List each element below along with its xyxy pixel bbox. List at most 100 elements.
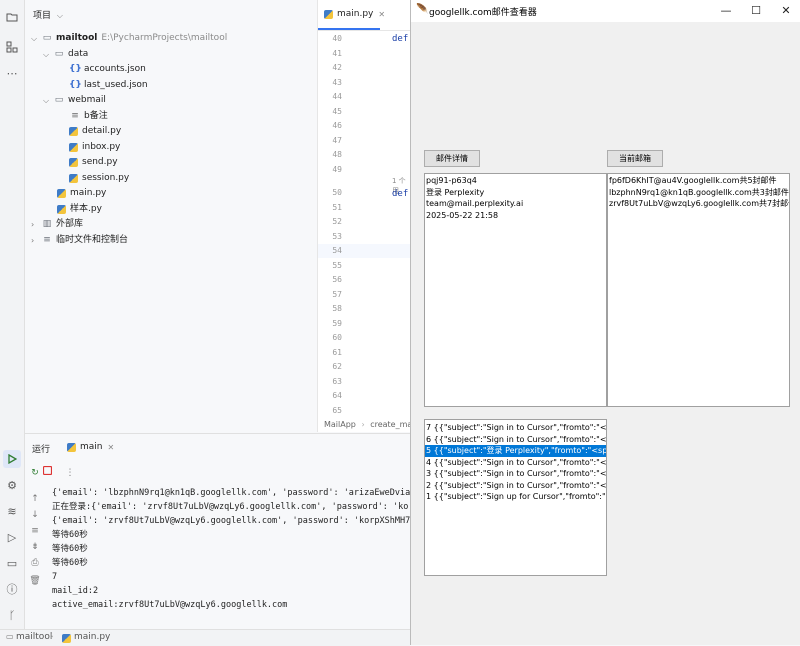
trash-icon[interactable]: 🗑 (28, 574, 42, 588)
tab-label: main.py (337, 9, 374, 19)
structure-icon[interactable] (3, 38, 21, 56)
tree-item-root[interactable]: ⌵ ▭ mailtool E:\PycharmProjects\mailtool (31, 31, 227, 46)
tree-item-inbox-py[interactable]: inbox.py (69, 140, 120, 155)
detail-line: pqj91-p63q4 (426, 176, 477, 185)
more-icon[interactable]: ⋯ (3, 64, 21, 82)
tree-item-label: detail.py (82, 126, 122, 136)
line-number: 60 (332, 333, 342, 342)
git-icon[interactable]: ᚴ (3, 606, 21, 624)
mail-detail-box[interactable]: pqj91-p63q4 登录 Perplexity team@mail.perp… (424, 173, 607, 407)
mail-list-item[interactable]: 4 {{"subject":"Sign in to Cursor","fromt… (425, 457, 606, 469)
mail-list[interactable]: 7 {{"subject":"Sign in to Cursor","fromt… (424, 419, 607, 576)
status-file[interactable]: main.py (74, 632, 110, 642)
tree-item-accounts-json[interactable]: {} accounts.json (69, 62, 146, 77)
tree-item-notes[interactable]: ≡ b备注 (69, 109, 108, 124)
print-icon[interactable]: ⎙ (28, 556, 42, 570)
python-packages-icon[interactable]: ⚙ (3, 476, 21, 494)
chevron-right-icon: › (50, 632, 54, 642)
line-number: 45 (332, 106, 342, 116)
close-button[interactable]: ✕ (771, 0, 800, 22)
layers-icon[interactable]: ≋ (3, 502, 21, 520)
mailbox-item[interactable]: lbzphnN9rq1@kn1qB.googlellk.com共3封邮件 (608, 187, 789, 199)
line-number: 49 (332, 164, 342, 174)
tree-item-scratches[interactable]: › ≡ 临时文件和控制台 (31, 233, 128, 248)
project-header[interactable]: 项目 ⌵ (33, 8, 63, 21)
stop-icon[interactable] (43, 466, 57, 480)
tree-item-send-py[interactable]: send.py (69, 155, 118, 170)
tab-run[interactable]: 运行 (32, 442, 50, 455)
status-bar: ▭ mailtool › main.py (0, 629, 410, 646)
tree-item-last-used-json[interactable]: {} last_used.json (69, 78, 148, 93)
tree-item-path: E:\PycharmProjects\mailtool (101, 33, 228, 43)
mail-list-item[interactable]: 1 {{"subject":"Sign up for Cursor","from… (425, 491, 606, 503)
tree-item-detail-py[interactable]: detail.py (69, 124, 121, 139)
line-number: 41 (332, 48, 342, 58)
tree-item-main-py[interactable]: main.py (57, 186, 106, 201)
mail-list-item[interactable]: 2 {{"subject":"Sign in to Cursor","fromt… (425, 480, 606, 492)
line-number: 65 (332, 405, 342, 415)
terminal-icon[interactable]: ▭ (3, 554, 21, 572)
breadcrumb-item[interactable]: MailApp (324, 420, 356, 429)
line-number: 61 (332, 347, 342, 357)
line-number: 42 (332, 63, 342, 72)
python-file-icon (57, 205, 66, 214)
line-number: 59 (332, 318, 342, 328)
text-file-icon: ≡ (71, 111, 79, 121)
mail-list-item[interactable]: 7 {{"subject":"Sign in to Cursor","fromt… (425, 422, 606, 434)
soft-wrap-icon[interactable]: ≡ (28, 524, 42, 538)
problems-icon[interactable]: ⓘ (3, 580, 21, 598)
console-line: active_email:zrvf8Ut7uLbV@wzqLy6.googlel… (52, 600, 288, 610)
maximize-button[interactable]: ☐ (741, 0, 771, 22)
tab-main[interactable]: main ✕ (67, 442, 114, 452)
current-mailbox-button[interactable]: 当前邮箱 (607, 150, 663, 167)
breadcrumb-item[interactable]: create_ma (370, 420, 411, 429)
feather-icon: 🪶 (416, 4, 429, 15)
console-line: {'email': 'zrvf8Ut7uLbV@wzqLy6.googlellk… (52, 516, 410, 526)
chevron-down-icon: ⌵ (31, 34, 38, 43)
json-icon: {} (69, 80, 82, 90)
scroll-to-end-icon[interactable]: ⇟ (28, 540, 42, 554)
tree-item-label: b备注 (84, 111, 108, 121)
console-output[interactable]: {'email': 'lbzphnN9rq1@kn1qB.googlellk.c… (52, 484, 410, 630)
mailbox-list[interactable]: fp6fD6KhIT@au4V.googlellk.com共5封邮件 lbzph… (607, 173, 790, 407)
tree-item-sample-py[interactable]: 样本.py (57, 202, 102, 217)
mailbox-item[interactable]: zrvf8Ut7uLbV@wzqLy6.googlellk.com共7封邮件 (608, 198, 789, 210)
mail-list-item[interactable]: 6 {{"subject":"Sign in to Cursor","fromt… (425, 434, 606, 446)
folder-icon: ▭ (54, 49, 64, 59)
close-icon[interactable]: ✕ (378, 10, 385, 19)
line-number: 48 (332, 150, 342, 159)
python-file-icon (62, 634, 71, 643)
window-titlebar[interactable]: 🪶 googlellk.com邮件查看器 — ☐ ✕ (411, 0, 800, 22)
console-line: 正在登录:{'email': 'zrvf8Ut7uLbV@wzqLy6.goog… (52, 502, 409, 512)
tree-item-webmail[interactable]: ⌵ ▭ webmail (43, 93, 106, 108)
rerun-icon[interactable]: ↻ (28, 466, 42, 480)
code-editor[interactable]: main.py ✕ def 1 个用 def MailApp › create_… (317, 0, 411, 432)
python-file-icon (67, 442, 76, 452)
mail-list-item-selected[interactable]: 5 {{"subject":"登录 Perplexity","fromto":"… (425, 445, 606, 457)
mailbox-item[interactable]: fp6fD6KhIT@au4V.googlellk.com共5封邮件 (608, 175, 777, 187)
arrow-up-icon[interactable]: ↑ (28, 492, 42, 506)
project-panel: 项目 ⌵ ⌵ ▭ mailtool E:\PycharmProjects\mai… (25, 0, 317, 432)
arrow-down-icon[interactable]: ↓ (28, 508, 42, 522)
tree-item-data[interactable]: ⌵ ▭ data (43, 47, 88, 62)
services-icon[interactable]: ▷ (3, 528, 21, 546)
tree-item-external-libs[interactable]: › ▥ 外部库 (31, 217, 83, 232)
folder-icon[interactable] (3, 8, 21, 26)
tree-item-label: 临时文件和控制台 (56, 235, 129, 245)
python-file-icon (69, 143, 78, 152)
mail-list-item[interactable]: 3 {{"subject":"Sign in to Cursor","fromt… (425, 468, 606, 480)
tab-main-py[interactable]: main.py ✕ (324, 9, 385, 19)
mail-detail-button[interactable]: 邮件详情 (424, 150, 480, 167)
tree-item-label: last_used.json (84, 80, 148, 90)
minimize-button[interactable]: — (711, 0, 741, 22)
tree-item-label: 外部库 (56, 219, 84, 229)
run-icon[interactable] (3, 450, 21, 468)
chevron-right-icon: › (361, 420, 365, 429)
tree-item-label: data (68, 49, 89, 59)
status-project[interactable]: mailtool (16, 632, 52, 642)
tree-item-session-py[interactable]: session.py (69, 171, 129, 186)
folder-icon: ▭ (42, 33, 52, 43)
close-icon[interactable]: ✕ (108, 443, 115, 452)
project-header-label: 项目 (33, 11, 52, 21)
more-vertical-icon[interactable]: ⋮ (63, 466, 77, 480)
